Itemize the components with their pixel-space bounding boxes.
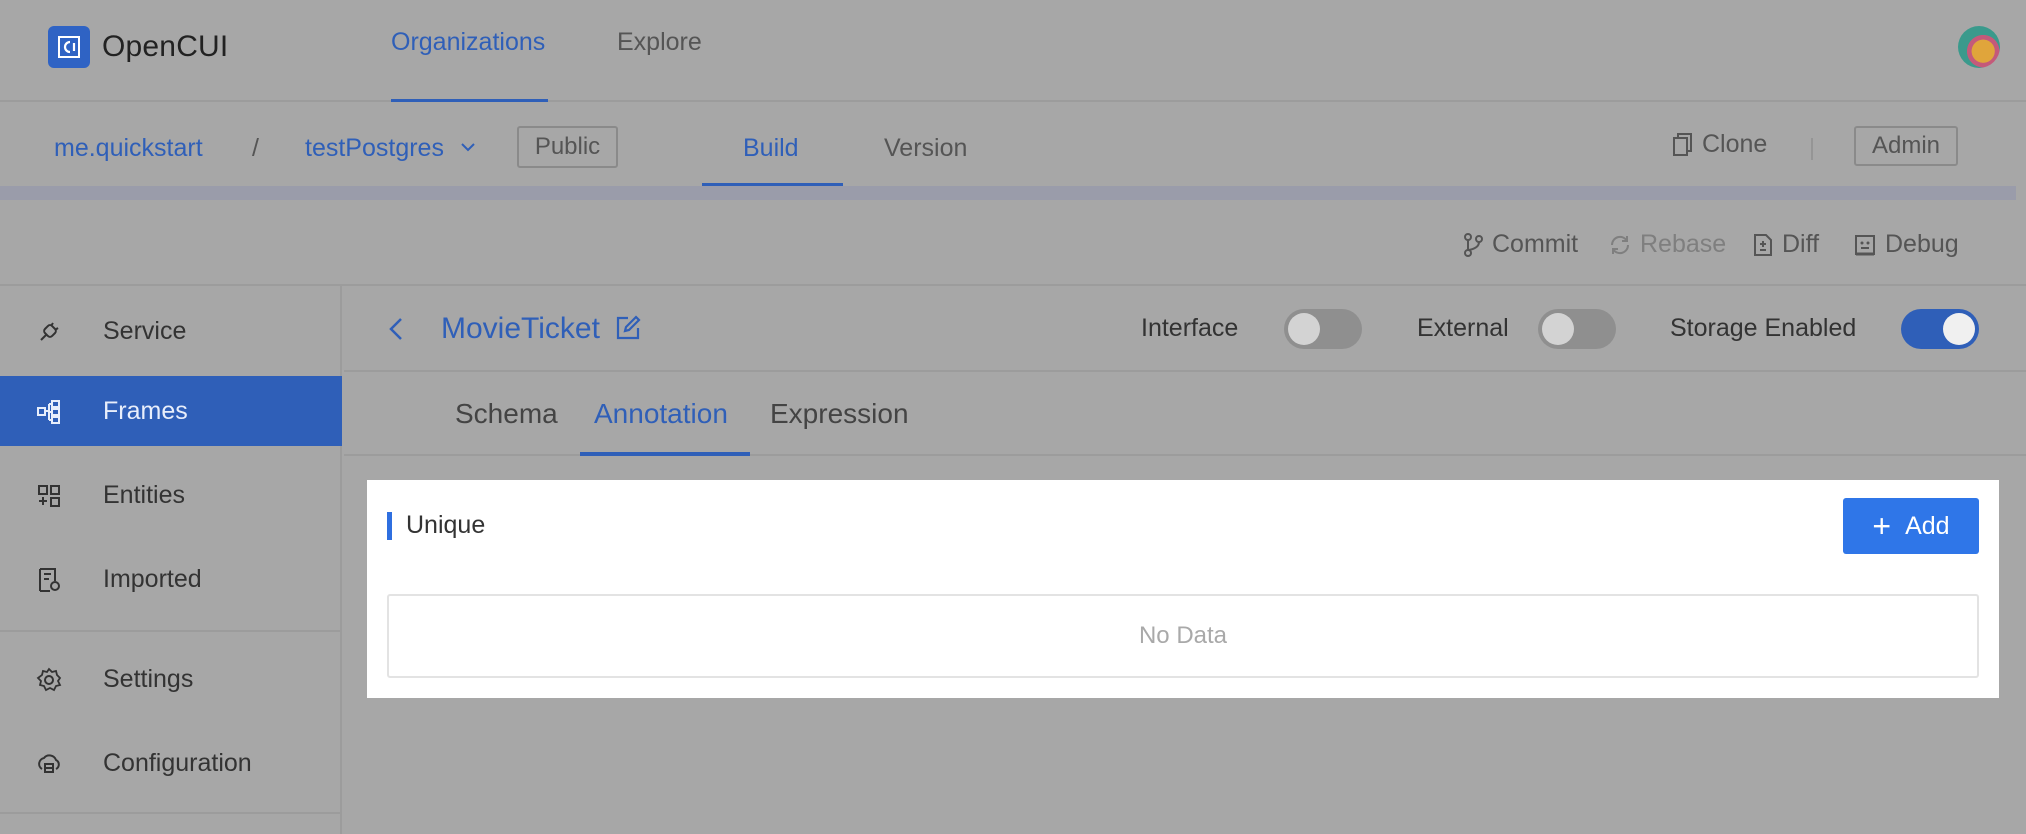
app-name: OpenCUI	[102, 30, 229, 63]
visibility-badge: Public	[517, 126, 618, 168]
diff-icon	[1754, 233, 1772, 256]
plus-icon: +	[1872, 508, 1892, 544]
external-toggle[interactable]	[1538, 309, 1616, 349]
toggle-knob	[1288, 313, 1320, 345]
empty-table: No Data	[387, 594, 1979, 678]
debug-icon	[1855, 234, 1875, 255]
unique-panel: Unique + Add No Data	[367, 480, 1999, 698]
sidebar-item-imported[interactable]: Imported	[0, 544, 342, 614]
back-arrow-icon[interactable]	[388, 316, 404, 347]
admin-button[interactable]: Admin	[1854, 126, 1958, 166]
empty-state-text: No Data	[1138, 622, 1228, 649]
project-bar: me.quickstart / testPostgres Public Buil…	[0, 104, 2026, 187]
frame-title: MovieTicket	[441, 312, 600, 345]
app-logo[interactable]: OpenCUI	[48, 26, 228, 68]
active-content-tab-indicator	[580, 452, 750, 456]
debug-button[interactable]: Debug	[1853, 230, 1959, 259]
sidebar-item-label: Entities	[103, 480, 185, 509]
logo-icon	[48, 26, 90, 68]
sidebar-item-label: Imported	[103, 564, 202, 593]
diff-label: Diff	[1782, 230, 1820, 258]
sidebar-item-frames[interactable]: Frames	[0, 376, 342, 446]
horizontal-scrollbar[interactable]	[0, 186, 2016, 200]
tab-build[interactable]: Build	[743, 134, 799, 163]
breadcrumb-project[interactable]: testPostgres	[305, 134, 444, 163]
breadcrumb-org[interactable]: me.quickstart	[54, 134, 203, 163]
copy-icon	[1673, 132, 1692, 156]
avatar[interactable]	[1958, 26, 2000, 68]
diff-button[interactable]: Diff	[1752, 230, 1819, 259]
action-bar: Commit Rebase Diff Debug	[0, 200, 2026, 286]
commit-label: Commit	[1492, 230, 1579, 258]
gear-icon	[36, 667, 62, 692]
sidebar-item-label: Service	[103, 316, 187, 345]
debug-label: Debug	[1885, 230, 1959, 258]
clone-label: Clone	[1702, 130, 1768, 158]
sidebar-item-configuration[interactable]: Configuration	[0, 728, 342, 798]
panel-title: Unique	[406, 511, 486, 539]
configuration-icon	[38, 754, 60, 773]
rebase-label: Rebase	[1640, 230, 1727, 258]
tab-annotation[interactable]: Annotation	[594, 398, 728, 430]
breadcrumb-separator: /	[252, 134, 259, 162]
edit-icon[interactable]	[614, 314, 642, 347]
interface-toggle[interactable]	[1284, 309, 1362, 349]
storage-enabled-label: Storage Enabled	[1670, 314, 1857, 342]
tab-explore[interactable]: Explore	[617, 28, 702, 57]
active-tab-indicator	[391, 99, 548, 102]
sidebar-item-settings[interactable]: Settings	[0, 644, 342, 714]
rebase-button[interactable]: Rebase	[1608, 230, 1726, 259]
frames-icon	[37, 400, 60, 424]
branch-icon	[1464, 232, 1483, 257]
storage-enabled-toggle[interactable]	[1901, 309, 1979, 349]
sidebar-item-label: Frames	[103, 396, 188, 425]
chevron-down-icon[interactable]	[460, 140, 476, 158]
tab-version[interactable]: Version	[884, 134, 967, 163]
entities-icon	[38, 485, 60, 507]
divider	[1811, 138, 1813, 160]
sidebar-item-entities[interactable]: Entities	[0, 460, 342, 530]
top-navigation-bar: OpenCUI Organizations Explore	[0, 0, 2026, 102]
commit-button[interactable]: Commit	[1462, 230, 1578, 259]
section-marker	[387, 512, 392, 540]
sidebar: Service Frames Entities Imported Setting…	[0, 286, 342, 834]
interface-label: Interface	[1141, 314, 1239, 342]
service-icon	[40, 322, 59, 341]
add-label: Add	[1905, 511, 1950, 540]
imported-icon	[39, 568, 60, 592]
sidebar-item-label: Settings	[103, 664, 194, 693]
sidebar-divider	[0, 630, 342, 632]
sidebar-divider	[0, 812, 342, 814]
tab-expression[interactable]: Expression	[770, 398, 909, 430]
sidebar-item-service[interactable]: Service	[0, 296, 342, 366]
frame-header: MovieTicket Interface External Storage E…	[344, 286, 2026, 372]
clone-button[interactable]: Clone	[1672, 130, 1767, 159]
add-button[interactable]: + Add	[1843, 498, 1979, 554]
tab-organizations[interactable]: Organizations	[391, 28, 545, 57]
toggle-knob	[1943, 313, 1975, 345]
external-label: External	[1417, 314, 1509, 342]
sidebar-item-label: Configuration	[103, 748, 252, 777]
refresh-icon	[1610, 235, 1630, 254]
toggle-knob	[1542, 313, 1574, 345]
content-tabs: Schema Annotation Expression	[344, 372, 2026, 456]
tab-schema[interactable]: Schema	[455, 398, 558, 430]
